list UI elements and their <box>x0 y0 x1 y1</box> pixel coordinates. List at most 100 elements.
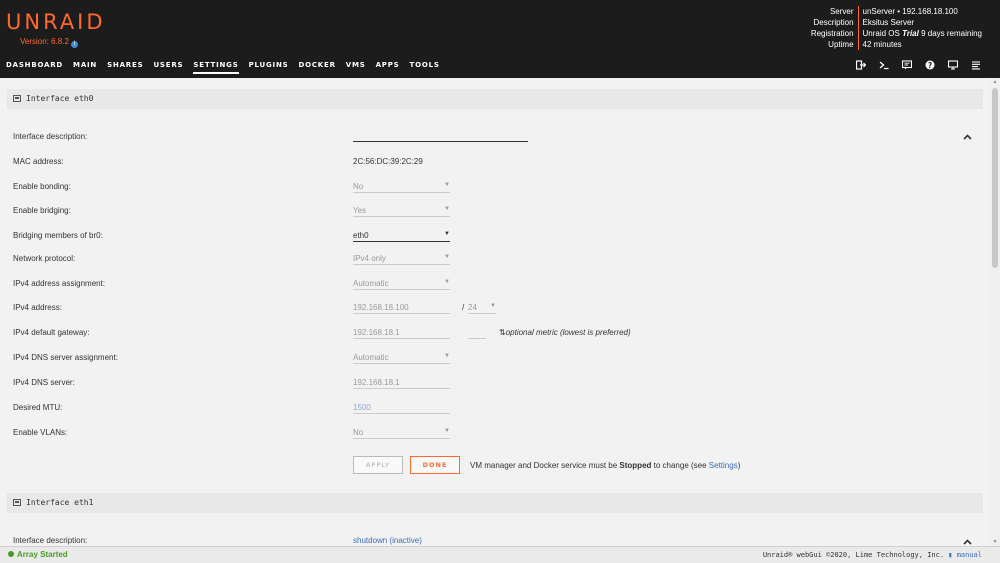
registration-key: Registration <box>807 28 859 39</box>
bridging-members-value: eth0 <box>353 231 369 240</box>
interface-description-input[interactable] <box>353 134 528 142</box>
note-stopped: Stopped <box>619 461 652 470</box>
registration-post: 9 days remaining <box>918 29 982 38</box>
nav-main[interactable]: MAIN <box>73 61 97 74</box>
chevron-down-icon: ▼ <box>444 428 450 434</box>
network-protocol-label: Network protocol: <box>13 254 76 263</box>
nav-vms[interactable]: VMS <box>346 61 366 74</box>
bridging-members-select[interactable]: eth0 ▼ <box>353 228 450 242</box>
apply-button[interactable]: APPLY <box>353 456 403 474</box>
chevron-down-icon: ▼ <box>444 279 450 285</box>
row-network-protocol: Network protocol: IPv4 only ▼ <box>13 253 973 267</box>
sort-icon: ⇅ <box>499 328 506 337</box>
menu-icon[interactable] <box>970 60 982 72</box>
nav-shares[interactable]: SHARES <box>107 61 143 74</box>
metric-note: ⇅optional metric (lowest is preferred) <box>499 328 631 337</box>
nav-apps[interactable]: APPS <box>376 61 400 74</box>
help-icon[interactable]: ? <box>924 60 936 72</box>
nav-users[interactable]: USERS <box>153 61 183 74</box>
netmask-select[interactable]: 24 ▼ <box>468 300 496 314</box>
ipv4-assignment-select[interactable]: Automatic ▼ <box>353 276 450 290</box>
row-enable-bridging: Enable bridging: Yes ▼ <box>13 205 973 219</box>
row-ipv4-assignment: IPv4 address assignment: Automatic ▼ <box>13 278 973 292</box>
ipv4-assignment-label: IPv4 address assignment: <box>13 279 106 288</box>
chevron-down-icon: ▼ <box>490 303 496 309</box>
enable-bonding-select[interactable]: No ▼ <box>353 179 450 193</box>
row-enable-vlans: Enable VLANs: No ▼ <box>13 427 973 441</box>
dns-assignment-label: IPv4 DNS server assignment: <box>13 353 118 362</box>
terminal-icon[interactable] <box>878 60 890 72</box>
log-icon[interactable] <box>947 60 959 72</box>
note-post: ) <box>737 461 741 470</box>
description-key: Description <box>807 17 859 28</box>
array-status-text: Array Started <box>17 550 68 559</box>
network-protocol-select[interactable]: IPv4 only ▼ <box>353 251 450 265</box>
row-interface-description: Interface description: <box>13 131 973 145</box>
section-eth0-header[interactable]: Interface eth0 <box>7 89 983 109</box>
enable-bridging-label: Enable bridging: <box>13 206 71 215</box>
eth1-description-label: Interface description: <box>13 536 88 545</box>
done-button[interactable]: DONE <box>410 456 460 474</box>
copyright-text: Unraid® webGui ©2020, Lime Technology, I… <box>762 551 945 559</box>
footer: Array Started Unraid® webGui ©2020, Lime… <box>0 546 1000 563</box>
mac-address-value: 2C:56:DC:39:2C:29 <box>353 157 423 166</box>
dns-server-input[interactable]: 192.168.18.1 <box>353 375 450 389</box>
chevron-down-icon: ▼ <box>444 182 450 188</box>
nav-items: DASHBOARD MAIN SHARES USERS SETTINGS PLU… <box>6 61 450 74</box>
netmask-value: 24 <box>468 303 477 312</box>
gateway-metric-input[interactable] <box>468 325 486 339</box>
nav-icons: ? <box>844 60 982 72</box>
eth1-description-value[interactable]: shutdown (inactive) <box>353 536 422 545</box>
scroll-thumb[interactable] <box>992 88 998 268</box>
nav-plugins[interactable]: PLUGINS <box>249 61 289 74</box>
mtu-input[interactable]: 1500 <box>353 400 450 414</box>
mtu-label: Desired MTU: <box>13 403 63 412</box>
row-mac-address: MAC address: 2C:56:DC:39:2C:29 <box>13 156 973 170</box>
chevron-down-icon: ▼ <box>444 353 450 359</box>
dns-assignment-value: Automatic <box>353 353 389 362</box>
manual-label: manual <box>956 551 982 559</box>
section-eth1-title: Interface eth1 <box>26 498 94 507</box>
registration-trial: Trial <box>902 29 919 38</box>
ipv4-assignment-value: Automatic <box>353 279 389 288</box>
enable-vlans-select[interactable]: No ▼ <box>353 425 450 439</box>
array-status: Array Started <box>8 550 68 559</box>
section-eth1-header[interactable]: Interface eth1 <box>7 493 983 513</box>
nav-docker[interactable]: DOCKER <box>298 61 335 74</box>
ipv4-gateway-label: IPv4 default gateway: <box>13 328 90 337</box>
enable-bridging-select[interactable]: Yes ▼ <box>353 203 450 217</box>
nav-tools[interactable]: TOOLS <box>410 61 440 74</box>
settings-link[interactable]: Settings <box>709 461 738 470</box>
version-text: Version: 6.8.2 <box>20 37 69 46</box>
description-row: Description Eksitus Server <box>807 17 982 28</box>
feedback-icon[interactable] <box>901 60 913 72</box>
manual-link[interactable]: ▮ manual <box>948 551 982 559</box>
unraid-logo[interactable]: UNRAID <box>6 10 106 34</box>
row-eth1-description: Interface description: shutdown (inactiv… <box>13 535 973 546</box>
server-key: Server <box>807 6 859 17</box>
ipv4-gateway-input[interactable]: 192.168.18.1 <box>353 325 450 339</box>
info-icon[interactable]: i <box>70 41 78 48</box>
row-dns-server: IPv4 DNS server: 192.168.18.1 <box>13 377 973 391</box>
header: UNRAID Version: 6.8.2 i Server unServer • … <box>0 0 1000 56</box>
bridging-members-label: Bridging members of br0: <box>13 231 103 240</box>
scroll-up-icon[interactable]: ▲ <box>992 79 998 85</box>
ipv4-address-input[interactable]: 192.168.18.100 <box>353 300 450 314</box>
registration-row: Registration Unraid OS Trial 9 days remai… <box>807 28 982 39</box>
row-bridging-members: Bridging members of br0: eth0 ▼ <box>13 230 973 244</box>
dns-assignment-select[interactable]: Automatic ▼ <box>353 350 450 364</box>
chevron-down-icon: ▼ <box>444 254 450 260</box>
mac-address-label: MAC address: <box>13 157 64 166</box>
description-value: Eksitus Server <box>862 18 915 27</box>
network-protocol-value: IPv4 only <box>353 254 386 263</box>
ipv4-address-label: IPv4 address: <box>13 303 62 312</box>
nav-dashboard[interactable]: DASHBOARD <box>6 61 63 74</box>
logout-icon[interactable] <box>855 60 867 72</box>
page-scrollbar[interactable]: ▲ ▼ <box>990 78 1000 546</box>
note-mid: to change (see <box>651 461 709 470</box>
scroll-down-icon[interactable]: ▼ <box>992 539 998 545</box>
enable-bonding-label: Enable bonding: <box>13 182 71 191</box>
nav-settings[interactable]: SETTINGS <box>193 61 239 74</box>
registration-value[interactable]: Unraid OS Trial 9 days remaining <box>859 28 982 39</box>
interface-description-label: Interface description: <box>13 132 88 141</box>
